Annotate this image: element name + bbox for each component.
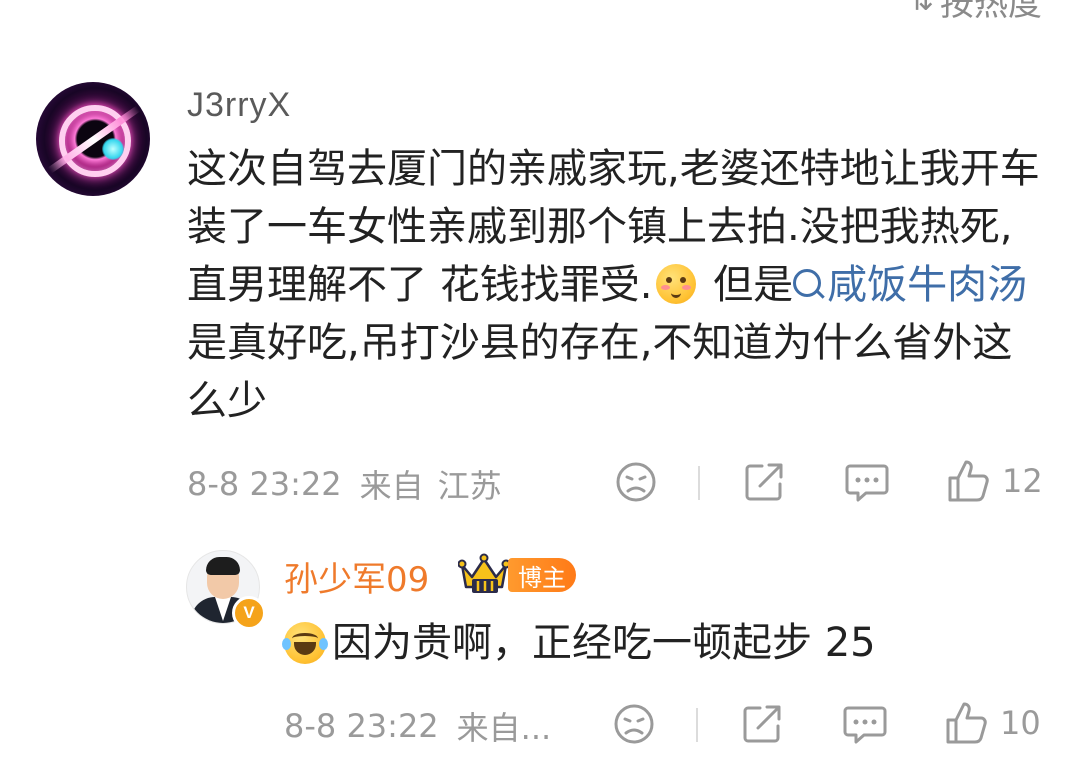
topic-link-label: 咸饭牛肉汤 — [827, 262, 1028, 308]
comment-location: 江苏 — [437, 467, 502, 505]
reply-text: 因为贵啊，正经吃一顿起步 25 — [282, 616, 876, 670]
comment-icon — [845, 464, 889, 502]
like-count: 12 — [1002, 462, 1043, 500]
verified-badge: V — [232, 596, 266, 630]
reply-meta: 8-8 23:22 来自... — [284, 704, 551, 748]
divider — [698, 466, 700, 500]
sort-toggle[interactable]: ⇅ 按热度 — [908, 0, 1042, 24]
laughing-tears-emoji-icon — [282, 622, 328, 664]
sort-label: 按热度 — [940, 0, 1042, 24]
sort-icon: ⇅ — [908, 0, 934, 18]
reply-text-content: 因为贵啊，正经吃一顿起步 25 — [332, 620, 876, 666]
reply-date: 8-8 23:22 — [284, 707, 439, 745]
reply-from: 来自... — [456, 709, 552, 747]
reply-button[interactable] — [844, 460, 890, 504]
reply-like-button[interactable]: 10 — [944, 700, 1041, 746]
topic-link[interactable]: 咸饭牛肉汤 — [793, 262, 1027, 308]
sad-face-icon — [616, 462, 656, 502]
comment-text-part3: 是真好吃,吊打沙县的存在,不知道为什么省外这么少 — [187, 320, 1013, 424]
divider — [696, 708, 698, 742]
sad-face-icon — [614, 704, 654, 744]
crown-icon — [458, 553, 510, 593]
share-icon — [745, 463, 783, 501]
comment-meta: 8-8 23:22 来自 江苏 — [187, 462, 502, 506]
share-button[interactable] — [742, 460, 786, 504]
reply-share-button[interactable] — [740, 702, 784, 746]
reply-comment-button[interactable] — [842, 702, 888, 746]
search-icon — [793, 269, 822, 297]
thumbs-up-icon — [948, 460, 989, 502]
comment-from: 来自 — [359, 467, 424, 505]
comment-text: 这次自驾去厦门的亲戚家玩,老婆还特地让我开车装了一车女性亲戚到那个镇上去拍.没把… — [187, 140, 1052, 430]
reply-username[interactable]: 孙少军09 — [284, 552, 429, 601]
comment-date: 8-8 23:22 — [187, 465, 342, 503]
like-button[interactable]: 12 — [946, 458, 1043, 504]
reply-react-button[interactable] — [612, 702, 656, 746]
blush-emoji-icon — [656, 264, 697, 304]
reply-like-count: 10 — [1000, 704, 1041, 742]
blogger-badge: 博主 — [508, 558, 576, 592]
share-icon — [743, 705, 781, 743]
avatar[interactable] — [36, 82, 150, 196]
comment-username[interactable]: J3rryX — [187, 86, 291, 125]
comment-text-part2: 但是 — [700, 262, 794, 308]
thumbs-up-icon — [946, 702, 987, 744]
comment-icon — [843, 706, 887, 744]
react-button[interactable] — [614, 460, 658, 504]
